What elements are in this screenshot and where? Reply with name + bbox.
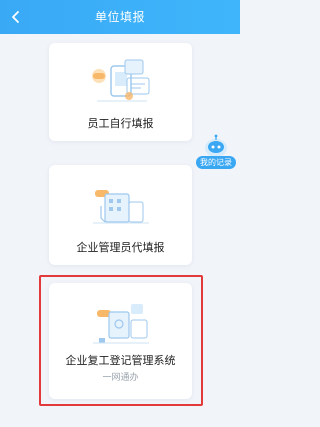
page-title: 单位填报 xyxy=(94,10,145,24)
highlight-box xyxy=(39,275,203,406)
my-records-label: 我的记录 xyxy=(196,156,236,169)
top-bar: 单位填报 xyxy=(0,0,240,34)
my-records-button[interactable]: 我的记录 xyxy=(196,134,238,174)
card-admin-report[interactable]: 企业管理员代填报 xyxy=(49,165,192,265)
card-label: 企业管理员代填报 xyxy=(76,241,165,254)
robot-icon xyxy=(205,134,227,157)
admin-report-illustration-icon xyxy=(93,190,149,224)
card-label: 员工自行填报 xyxy=(87,117,154,130)
self-report-illustration-icon xyxy=(92,59,150,102)
card-self-report[interactable]: 员工自行填报 xyxy=(49,43,192,141)
